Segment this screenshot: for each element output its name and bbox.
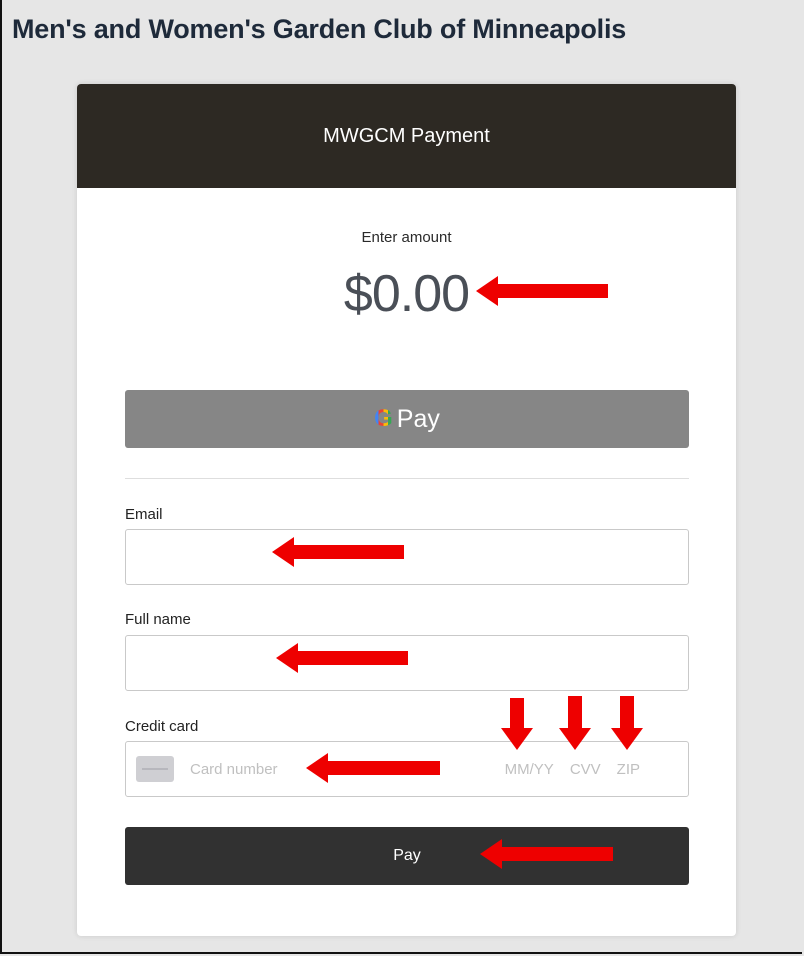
annotation-arrow-email — [272, 537, 404, 567]
amount-input[interactable]: $0.00 — [77, 264, 736, 324]
google-pay-label: Pay — [396, 404, 440, 433]
credit-card-label: Credit card — [125, 718, 199, 735]
credit-card-icon — [136, 756, 174, 782]
payment-header: MWGCM Payment — [77, 84, 736, 188]
divider — [125, 478, 689, 479]
annotation-arrow-cvv — [559, 696, 591, 750]
google-g-icon: G — [374, 405, 393, 432]
annotation-arrow-card-number — [306, 753, 440, 783]
email-field-box — [125, 529, 689, 585]
google-pay-button[interactable]: G Pay — [125, 390, 689, 448]
payment-card: MWGCM Payment Enter amount $0.00 G Pay E… — [77, 84, 736, 936]
cvv-input[interactable]: CVV — [570, 761, 601, 778]
annotation-arrow-amount — [476, 276, 608, 306]
annotation-arrow-pay — [480, 839, 613, 869]
expiry-input[interactable]: MM/YY — [505, 761, 554, 778]
annotation-arrow-full-name — [276, 643, 408, 673]
pay-button-label: Pay — [393, 847, 421, 864]
enter-amount-label: Enter amount — [361, 229, 452, 246]
email-field[interactable] — [126, 530, 688, 584]
site-title: Men's and Women's Garden Club of Minneap… — [12, 14, 627, 44]
full-name-label: Full name — [125, 611, 191, 628]
email-label: Email — [125, 506, 163, 523]
zip-input[interactable]: ZIP — [617, 761, 640, 778]
annotation-arrow-zip — [611, 696, 643, 750]
annotation-arrow-expiry — [501, 698, 533, 750]
payment-title: MWGCM Payment — [323, 124, 490, 147]
